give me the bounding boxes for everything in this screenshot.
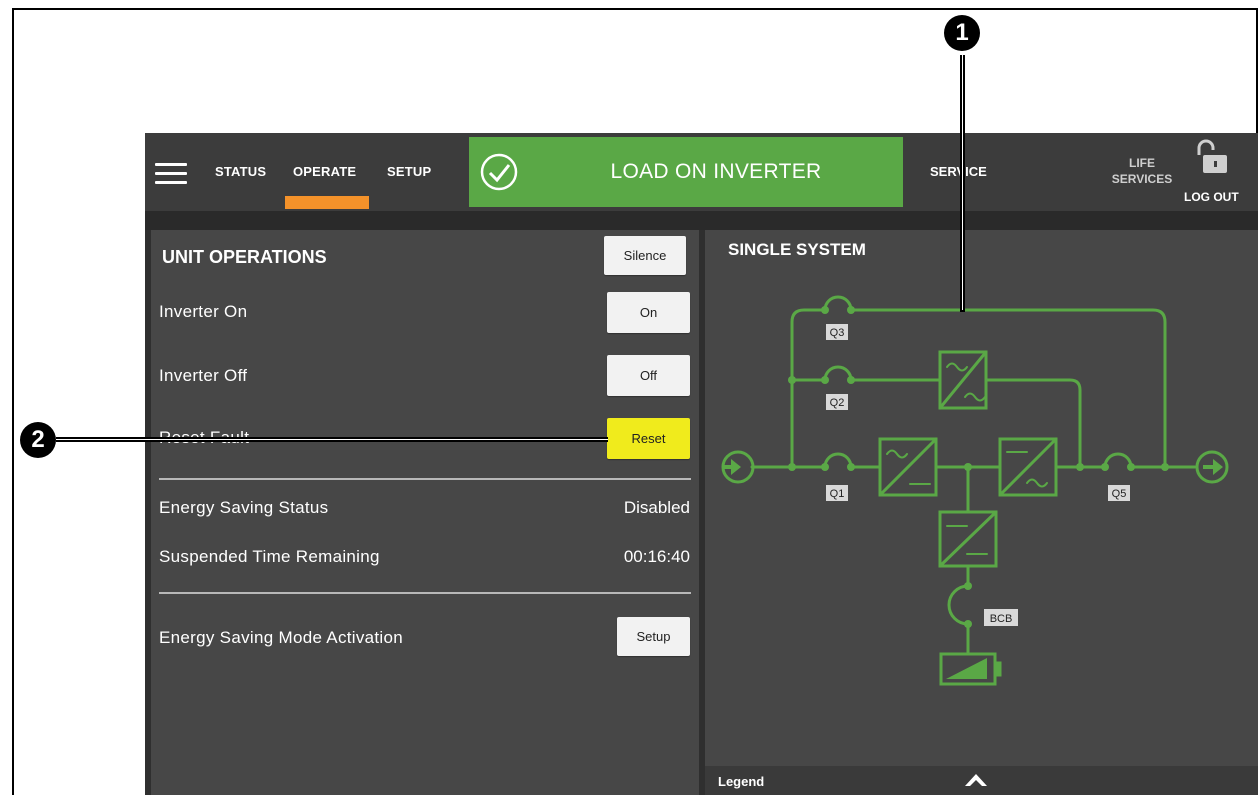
nav-life-services[interactable]: LIFE SERVICES bbox=[1105, 155, 1179, 187]
single-system-panel: SINGLE SYSTEM Q3 Q2 Q1 Q5 BCB Legend bbox=[705, 230, 1258, 795]
callout-2-badge: 2 bbox=[20, 422, 56, 458]
section-divider bbox=[159, 592, 691, 594]
nav-setup[interactable]: SETUP bbox=[387, 164, 431, 179]
energy-saving-status-value: Disabled bbox=[623, 498, 690, 517]
suspended-time-value: 00:16:40 bbox=[623, 547, 690, 566]
callout-1-badge: 1 bbox=[944, 15, 980, 51]
one-line-diagram: Q3 Q2 Q1 Q5 BCB bbox=[721, 295, 1229, 686]
callout-1-leader-highlight bbox=[962, 55, 963, 310]
document-figure: STATUS OPERATE SETUP LOAD ON INVERTER SE… bbox=[0, 0, 1260, 795]
legend-bar[interactable]: Legend bbox=[705, 766, 1258, 795]
breaker-label-q3: Q3 bbox=[830, 327, 845, 339]
legend-label: Legend bbox=[718, 774, 765, 789]
breaker-label-q5: Q5 bbox=[1112, 488, 1127, 500]
device-screen: STATUS OPERATE SETUP LOAD ON INVERTER SE… bbox=[145, 133, 1258, 795]
unlock-icon[interactable] bbox=[1195, 139, 1229, 175]
check-circle-icon bbox=[480, 153, 518, 191]
frame-top-border bbox=[12, 8, 1258, 10]
energy-saving-setup-button[interactable]: Setup bbox=[617, 617, 690, 656]
breaker-label-bcb: BCB bbox=[990, 613, 1013, 625]
energy-saving-status-label: Energy Saving Status bbox=[159, 498, 329, 517]
unit-operations-panel: UNIT OPERATIONS Silence Inverter On On I… bbox=[151, 230, 699, 795]
inverter-on-button[interactable]: On bbox=[607, 292, 690, 333]
frame-left-border bbox=[12, 8, 14, 795]
inverter-on-label: Inverter On bbox=[159, 302, 248, 321]
active-tab-indicator bbox=[285, 196, 369, 209]
nav-life-line1: LIFE bbox=[1129, 156, 1155, 170]
unit-operations-title: UNIT OPERATIONS bbox=[162, 247, 327, 267]
silence-button[interactable]: Silence bbox=[604, 236, 686, 275]
status-banner-text: LOAD ON INVERTER bbox=[610, 160, 822, 183]
nav-service[interactable]: SERVICE bbox=[930, 164, 987, 179]
inverter-off-label: Inverter Off bbox=[159, 366, 248, 385]
breaker-label-q2: Q2 bbox=[830, 397, 845, 409]
chevron-up-icon[interactable] bbox=[963, 772, 989, 790]
section-divider bbox=[159, 478, 691, 480]
reset-button[interactable]: Reset bbox=[607, 418, 690, 459]
nav-operate[interactable]: OPERATE bbox=[293, 164, 356, 179]
suspended-time-label: Suspended Time Remaining bbox=[159, 547, 380, 566]
breaker-label-q1: Q1 bbox=[830, 488, 845, 500]
energy-saving-activation-label: Energy Saving Mode Activation bbox=[159, 628, 404, 647]
header-separator-band bbox=[145, 211, 1258, 230]
nav-life-line2: SERVICES bbox=[1111, 172, 1173, 186]
inverter-off-button[interactable]: Off bbox=[607, 355, 690, 396]
top-nav-bar: STATUS OPERATE SETUP LOAD ON INVERTER SE… bbox=[145, 133, 1258, 211]
callout-2-leader-highlight bbox=[56, 439, 608, 440]
hamburger-menu-icon[interactable] bbox=[155, 163, 187, 185]
status-banner: LOAD ON INVERTER bbox=[469, 137, 903, 207]
nav-status[interactable]: STATUS bbox=[215, 164, 266, 179]
logout-button[interactable]: LOG OUT bbox=[1184, 190, 1239, 204]
